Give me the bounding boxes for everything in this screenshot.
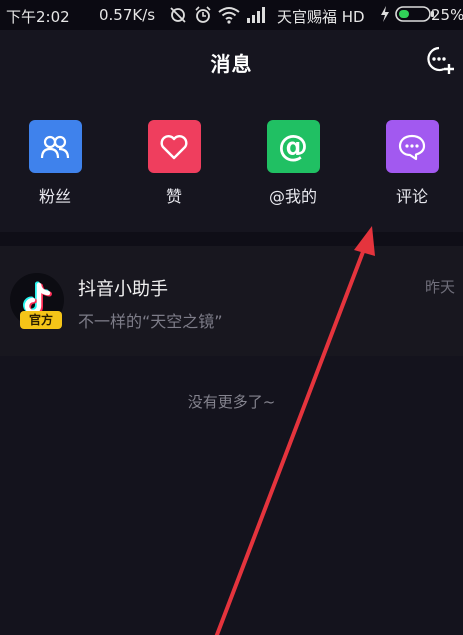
shortcut-fans[interactable]: 粉丝 <box>15 120 95 207</box>
shortcut-label: 赞 <box>165 187 182 206</box>
shortcut-label: @我的 <box>268 187 317 206</box>
shortcut-grid: 粉丝 赞 @ @我的 评论 <box>0 92 463 232</box>
shortcut-label: 评论 <box>395 187 428 206</box>
comment-icon <box>385 120 439 173</box>
page-title: 消息 <box>210 52 253 76</box>
new-chat-button[interactable] <box>425 45 455 75</box>
status-time: 下午2:02 <box>6 8 70 26</box>
battery-indicator <box>380 5 435 23</box>
header: 消息 <box>0 30 463 92</box>
no-more-text: 没有更多了~ <box>187 393 276 411</box>
new-chat-icon <box>427 46 454 74</box>
battery-percent: 25% <box>431 6 463 24</box>
sender-name: 抖音小助手 <box>78 279 168 300</box>
alarm-icon <box>195 6 211 23</box>
signal-icon <box>247 7 265 23</box>
message-date: 昨天 <box>424 278 455 296</box>
network-speed: 0.57K/s <box>99 6 156 24</box>
fans-icon <box>28 120 82 173</box>
battery-icon <box>395 6 434 22</box>
message-preview: 不一样的“天空之镜” <box>78 312 223 331</box>
list-item[interactable]: 官方 抖音小助手 不一样的“天空之镜” 昨天 <box>0 246 463 356</box>
shortcut-comments[interactable]: 评论 <box>372 120 452 207</box>
status-icons <box>168 4 266 26</box>
shortcut-mentions[interactable]: @ @我的 <box>253 120 333 207</box>
official-badge: 官方 <box>20 311 62 329</box>
shortcut-label: 粉丝 <box>38 187 71 206</box>
carrier-name: 天官赐福 HD <box>277 8 365 26</box>
heart-icon <box>147 120 201 173</box>
wifi-icon <box>218 7 240 24</box>
shortcut-likes[interactable]: 赞 <box>134 120 214 207</box>
charging-bolt-icon <box>381 6 389 22</box>
sync-off-icon <box>170 7 186 23</box>
at-icon: @ <box>266 120 320 173</box>
section-divider <box>0 232 463 246</box>
status-bar: 下午2:02 0.57K/s 天官赐福 HD 25% <box>0 0 463 30</box>
